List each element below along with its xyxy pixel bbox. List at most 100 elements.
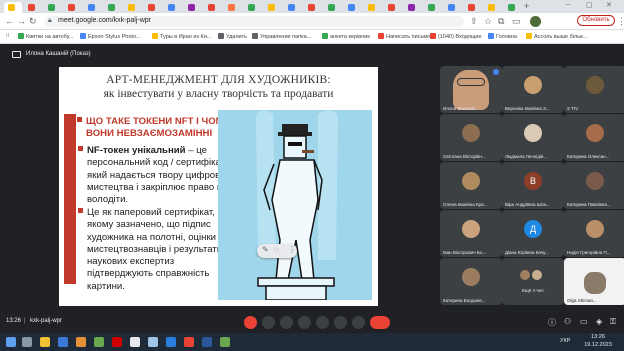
- tab[interactable]: [264, 2, 282, 13]
- close-window-button[interactable]: ✕: [606, 1, 612, 9]
- raise-hand-button[interactable]: [334, 316, 347, 329]
- sidebar-icon[interactable]: ▭: [512, 16, 521, 27]
- activities-icon[interactable]: ◈: [596, 317, 602, 326]
- bookmark-item[interactable]: анкета керівник: [322, 33, 370, 40]
- app-icon[interactable]: [220, 337, 230, 347]
- clock-time[interactable]: 13:26: [580, 334, 616, 340]
- minimize-button[interactable]: –: [566, 1, 570, 8]
- tab[interactable]: [4, 2, 22, 13]
- tab[interactable]: [424, 2, 442, 13]
- reactions-button[interactable]: [298, 316, 311, 329]
- file-explorer-icon[interactable]: [40, 337, 50, 347]
- tab[interactable]: [124, 2, 142, 13]
- menu-icon[interactable]: ⋮: [617, 16, 624, 27]
- tab[interactable]: [104, 2, 122, 13]
- windows-start-icon[interactable]: [6, 337, 16, 347]
- tab[interactable]: [364, 2, 382, 13]
- reload-icon[interactable]: ↻: [29, 16, 37, 27]
- camera-button[interactable]: [262, 316, 275, 329]
- app-icon[interactable]: [148, 337, 158, 347]
- bookmark-item[interactable]: Квитки на автобу...: [18, 33, 74, 40]
- participant-tile[interactable]: Світлана Вікторівн...: [440, 114, 502, 161]
- bookmark-item[interactable]: Управление папка...: [252, 33, 311, 40]
- tab[interactable]: [224, 2, 242, 13]
- back-icon[interactable]: ←: [5, 16, 14, 26]
- more-options-icon[interactable]: ⋮: [288, 245, 296, 254]
- end-call-button[interactable]: [370, 316, 390, 329]
- bookmark-item[interactable]: (1040) Входящие: [430, 33, 482, 40]
- tab[interactable]: [244, 2, 262, 13]
- participant-tile[interactable]: В Віра Андріївна Шла...: [502, 162, 564, 209]
- mute-presentation-icon[interactable]: ◌: [274, 245, 279, 254]
- tab[interactable]: [84, 2, 102, 13]
- present-button[interactable]: [316, 316, 329, 329]
- app-icon[interactable]: [76, 337, 86, 347]
- apps-icon[interactable]: ⁞⁞: [6, 33, 9, 39]
- people-icon[interactable]: ⚇: [564, 317, 571, 326]
- tab[interactable]: [144, 2, 162, 13]
- chrome-icon[interactable]: [130, 337, 140, 347]
- bookmark-item[interactable]: Туры в Иран из Ки...: [152, 33, 211, 40]
- participant-tile[interactable]: Olga Shiman...: [564, 258, 624, 305]
- tab[interactable]: [44, 2, 62, 13]
- bookmark-item[interactable]: Написать письмо: [378, 33, 430, 40]
- tab[interactable]: [24, 2, 42, 13]
- bookmark-item[interactable]: Epson Stylus Photo...: [80, 33, 141, 40]
- share-icon[interactable]: ⇪: [470, 16, 478, 27]
- url-field[interactable]: 🔒︎ meet.google.com/kxk-palj-wpr: [44, 16, 464, 27]
- participant-tile[interactable]: Олена Іванівна Кра...: [440, 162, 502, 209]
- tab[interactable]: [184, 2, 202, 13]
- tab[interactable]: [64, 2, 82, 13]
- extensions-icon[interactable]: ⧉: [498, 16, 504, 27]
- participant-tile[interactable]: Илона Кашаній: [440, 66, 502, 113]
- tab[interactable]: [504, 2, 522, 13]
- more-participants-tile[interactable]: Ещё 4 чел.: [502, 258, 564, 305]
- tab[interactable]: [444, 2, 462, 13]
- pin-icon[interactable]: ✎: [262, 245, 269, 254]
- avatar[interactable]: [530, 16, 541, 27]
- participant-tile[interactable]: Катерина Павлівна...: [564, 162, 624, 209]
- app-icon[interactable]: [184, 337, 194, 347]
- info-icon[interactable]: ⓘ: [548, 317, 556, 328]
- tab[interactable]: [284, 2, 302, 13]
- tab[interactable]: [484, 2, 502, 13]
- participant-tile[interactable]: S TIV: [564, 66, 624, 113]
- app-icon[interactable]: [94, 337, 104, 347]
- participant-tile[interactable]: Надія Григорівна П...: [564, 210, 624, 257]
- forward-icon[interactable]: →: [17, 16, 26, 26]
- participant-tile[interactable]: Катерина Олексан...: [564, 114, 624, 161]
- search-icon[interactable]: [22, 337, 32, 347]
- language-indicator[interactable]: УКР: [560, 338, 570, 344]
- tab[interactable]: [464, 2, 482, 13]
- word-icon[interactable]: [202, 337, 212, 347]
- participant-tile[interactable]: Вероніка Іванівна З...: [502, 66, 564, 113]
- tab[interactable]: [344, 2, 362, 13]
- tab[interactable]: [324, 2, 342, 13]
- participant-tile[interactable]: Іван Вікторович Бо...: [440, 210, 502, 257]
- tab[interactable]: [204, 2, 222, 13]
- update-button[interactable]: Обновить: [577, 15, 615, 26]
- maximize-button[interactable]: ▢: [586, 1, 593, 9]
- app-icon[interactable]: [166, 337, 176, 347]
- bookmark-item[interactable]: Удалить: [218, 33, 247, 40]
- tab[interactable]: [164, 2, 182, 13]
- new-tab-button[interactable]: +: [524, 1, 529, 11]
- host-controls-icon[interactable]: ⚿: [610, 317, 616, 327]
- participant-tile[interactable]: Д Діана Юріївна Качу...: [502, 210, 564, 257]
- bookmark-item[interactable]: Головна: [488, 33, 517, 40]
- participant-tile[interactable]: Людмила Леонідів...: [502, 114, 564, 161]
- tab[interactable]: [304, 2, 322, 13]
- star-icon[interactable]: ☆: [484, 16, 492, 27]
- app-icon[interactable]: [112, 337, 122, 347]
- captions-button[interactable]: [280, 316, 293, 329]
- slide-controls[interactable]: ✎ ◌ ⋮: [257, 244, 297, 258]
- mic-off-button[interactable]: [244, 316, 257, 329]
- participant-tile[interactable]: Катерина Богданів...: [440, 258, 502, 305]
- clock-date[interactable]: 19.12.2023: [580, 342, 616, 348]
- bookmark-item[interactable]: Ассоль выше білье...: [526, 33, 588, 40]
- chat-icon[interactable]: ▭: [580, 317, 588, 326]
- tab[interactable]: [384, 2, 402, 13]
- app-icon[interactable]: [58, 337, 68, 347]
- tab[interactable]: [404, 2, 422, 13]
- more-button[interactable]: [352, 316, 365, 329]
